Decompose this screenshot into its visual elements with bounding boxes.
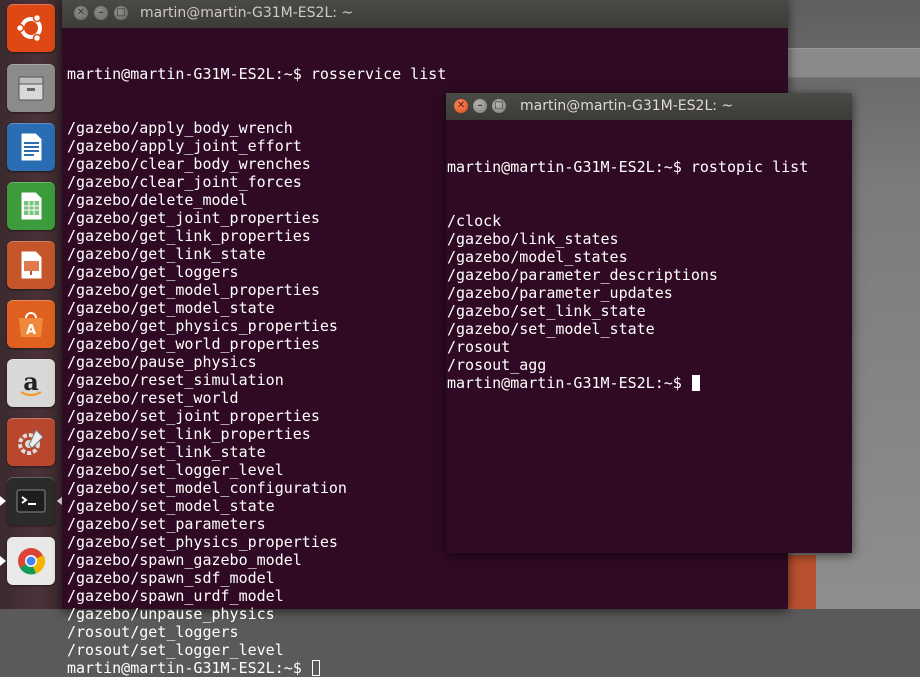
title-bar[interactable]: ✕ – □ martin@martin-G31M-ES2L: ~	[62, 0, 788, 28]
minimize-icon[interactable]: –	[473, 99, 487, 113]
text-cursor	[691, 375, 700, 391]
output-line: /rosout_agg	[447, 356, 547, 374]
prompt: martin@martin-G31M-ES2L:~$	[67, 65, 311, 83]
software-center-icon: A	[7, 300, 55, 348]
svg-text:a: a	[23, 367, 39, 396]
close-icon[interactable]: ✕	[74, 6, 88, 20]
launcher-item[interactable]	[7, 477, 55, 525]
output-line: /clock	[447, 212, 502, 230]
launcher-item[interactable]	[7, 182, 55, 230]
final-prompt-line: martin@martin-G31M-ES2L:~$	[447, 374, 852, 392]
window-title: martin@martin-G31M-ES2L: ~	[520, 98, 734, 114]
terminal-output[interactable]: martin@martin-G31M-ES2L:~$ rostopic list…	[446, 122, 852, 392]
svg-text:A: A	[26, 323, 36, 338]
close-icon[interactable]: ✕	[454, 99, 468, 113]
prompt: martin@martin-G31M-ES2L:~$	[447, 374, 691, 392]
system-settings-icon	[7, 418, 55, 466]
libreoffice-impress-icon	[7, 241, 55, 289]
output-line: /rosout	[447, 338, 511, 356]
terminal-window-rostopic[interactable]: ✕ – □ martin@martin-G31M-ES2L: ~ martin@…	[446, 93, 852, 553]
output-line: /rosout/set_logger_level	[67, 641, 284, 659]
running-indicator	[0, 556, 6, 566]
launcher-item[interactable]	[7, 123, 55, 171]
output-line: /gazebo/set_model_state	[447, 320, 655, 338]
chrome-icon	[7, 537, 55, 585]
output-line: /gazebo/model_states	[447, 248, 628, 266]
maximize-icon[interactable]: □	[492, 99, 506, 113]
launcher-item[interactable]: a	[7, 359, 55, 407]
output-line: /gazebo/spawn_gazebo_model	[67, 551, 302, 569]
amazon-icon: a	[7, 359, 55, 407]
gazebo-orange-element	[786, 555, 816, 609]
gazebo-toolbar-strip	[788, 48, 920, 78]
running-indicator	[0, 496, 6, 506]
maximize-icon[interactable]: □	[114, 6, 128, 20]
output-line: /gazebo/parameter_descriptions	[447, 266, 718, 284]
command: rostopic list	[690, 158, 809, 176]
launcher-item[interactable]	[7, 418, 55, 466]
terminal-icon	[7, 477, 55, 525]
output-line: /gazebo/set_link_state	[447, 302, 646, 320]
output-line: /gazebo/unpause_physics	[67, 605, 275, 623]
prompt: martin@martin-G31M-ES2L:~$	[67, 659, 311, 677]
libreoffice-calc-icon	[7, 182, 55, 230]
output-line: /gazebo/link_states	[447, 230, 619, 248]
command-line: martin@martin-G31M-ES2L:~$ rostopic list	[447, 158, 852, 176]
launcher-item[interactable]	[7, 4, 55, 52]
text-cursor	[311, 660, 320, 676]
unity-launcher: Aa	[0, 0, 63, 609]
command-line: martin@martin-G31M-ES2L:~$ rosservice li…	[67, 65, 788, 83]
libreoffice-writer-icon	[7, 123, 55, 171]
command: rosservice list	[310, 65, 447, 83]
window-title: martin@martin-G31M-ES2L: ~	[140, 5, 354, 21]
output-line: /rosout/get_loggers	[67, 623, 239, 641]
launcher-item[interactable]	[7, 537, 55, 585]
output-line: /gazebo/parameter_updates	[447, 284, 673, 302]
title-bar[interactable]: ✕ – □ martin@martin-G31M-ES2L: ~	[446, 93, 852, 120]
launcher-item[interactable]: A	[7, 300, 55, 348]
final-prompt-line: martin@martin-G31M-ES2L:~$	[67, 659, 788, 677]
minimize-icon[interactable]: –	[94, 6, 108, 20]
output-line: /gazebo/spawn_urdf_model	[67, 587, 284, 605]
launcher-item[interactable]	[7, 64, 55, 112]
output-line: /gazebo/spawn_sdf_model	[67, 569, 275, 587]
launcher-item[interactable]	[7, 241, 55, 289]
ubuntu-dash-icon	[7, 4, 55, 52]
prompt: martin@martin-G31M-ES2L:~$	[447, 158, 691, 176]
files-icon	[7, 64, 55, 112]
